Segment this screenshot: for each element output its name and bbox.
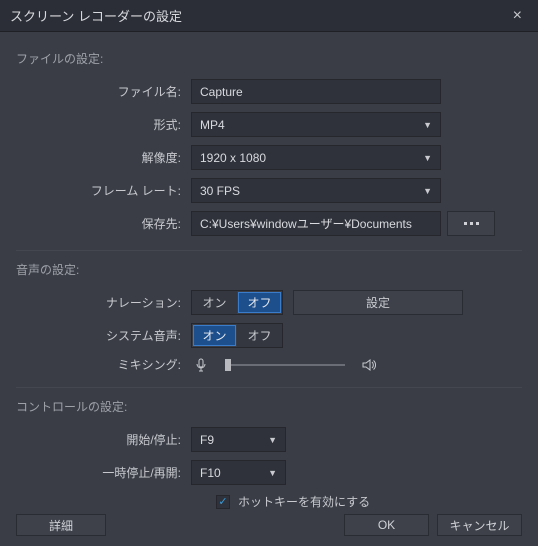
titlebar: スクリーン レコーダーの設定 × [0,0,538,32]
filename-input[interactable] [191,79,441,104]
savepath-label: 保存先: [16,215,191,232]
divider [16,387,522,388]
narration-label: ナレーション: [16,294,191,311]
narration-toggle: オン オフ [191,290,283,315]
savepath-input[interactable] [191,211,441,236]
footer: 詳細 OK キャンセル [16,514,522,536]
startstop-value: F9 [200,433,214,447]
slider-thumb[interactable] [225,359,231,371]
narration-off-button[interactable]: オフ [238,292,281,313]
window-title: スクリーン レコーダーの設定 [10,6,182,25]
narration-on-button[interactable]: オン [192,291,237,314]
startstop-label: 開始/停止: [16,431,191,448]
cancel-button[interactable]: キャンセル [437,514,522,536]
format-value: MP4 [200,118,225,132]
resolution-value: 1920 x 1080 [200,151,266,165]
pause-value: F10 [200,466,221,480]
startstop-select[interactable]: F9 [191,427,286,452]
format-label: 形式: [16,116,191,133]
framerate-label: フレーム レート: [16,182,191,199]
framerate-value: 30 FPS [200,184,240,198]
system-off-button[interactable]: オフ [237,324,282,347]
close-icon[interactable]: × [507,5,528,27]
browse-button[interactable] [447,211,495,236]
ok-button[interactable]: OK [344,514,429,536]
system-audio-toggle: オン オフ [191,323,283,348]
mic-icon [191,357,211,373]
format-select[interactable]: MP4 [191,112,441,137]
resolution-select[interactable]: 1920 x 1080 [191,145,441,170]
hotkey-label: ホットキーを有効にする [238,493,370,510]
framerate-select[interactable]: 30 FPS [191,178,441,203]
filename-label: ファイル名: [16,83,191,100]
system-audio-label: システム音声: [16,327,191,344]
control-section-label: コントロールの設定: [16,398,522,415]
resolution-label: 解像度: [16,149,191,166]
pause-label: 一時停止/再開: [16,464,191,481]
detail-button[interactable]: 詳細 [16,514,106,536]
speaker-icon [359,357,379,373]
narration-settings-button[interactable]: 設定 [293,290,463,315]
file-section-label: ファイルの設定: [16,50,522,67]
system-on-button[interactable]: オン [193,325,236,346]
mixing-label: ミキシング: [16,356,191,373]
audio-section-label: 音声の設定: [16,261,522,278]
hotkey-checkbox[interactable]: ✓ [216,495,230,509]
pause-select[interactable]: F10 [191,460,286,485]
divider [16,250,522,251]
content: ファイルの設定: ファイル名: 形式: MP4 解像度: 1920 x 1080… [0,32,538,510]
mixing-slider[interactable] [225,364,345,366]
